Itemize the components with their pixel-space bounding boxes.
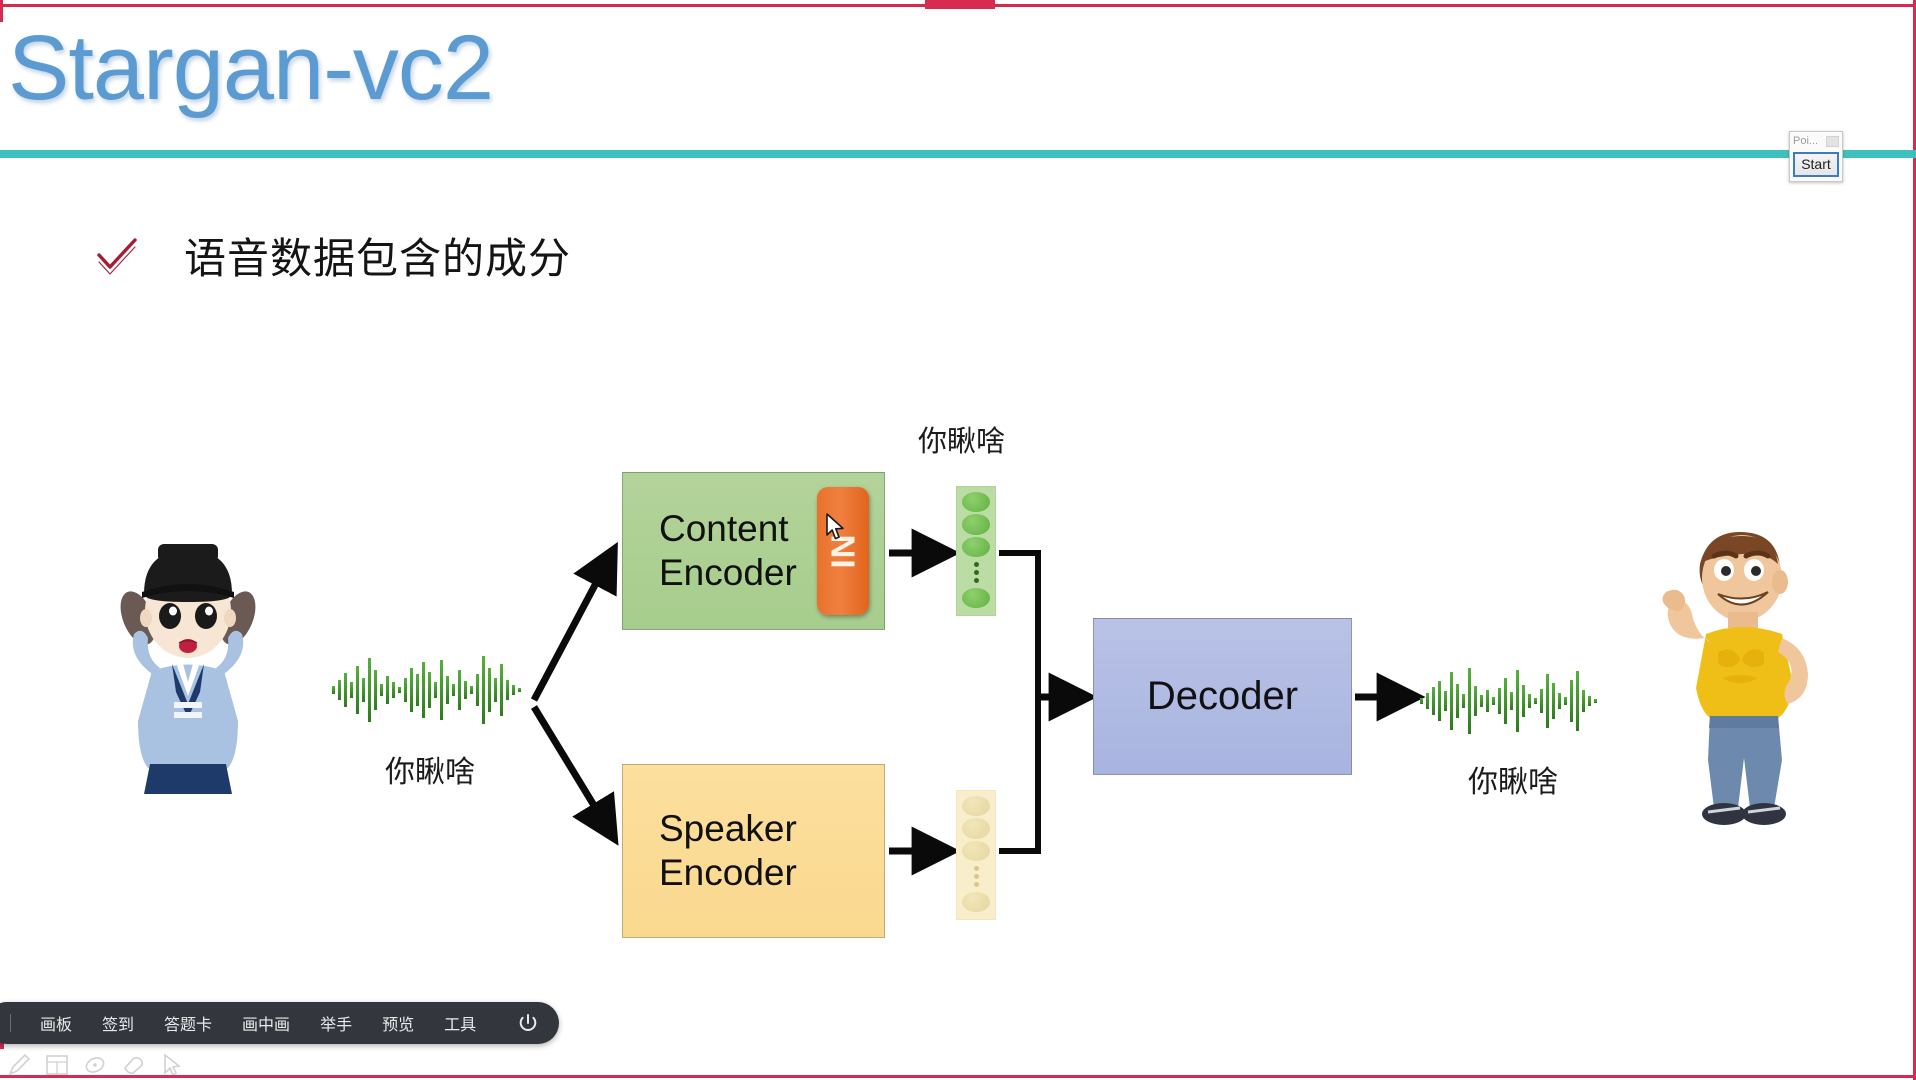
grid-icon[interactable]: [44, 1052, 70, 1078]
frame-bottom-rule: [0, 1075, 1916, 1078]
vertical-ellipsis-icon: [973, 865, 979, 887]
dock-item-whiteboard[interactable]: 画板: [25, 1011, 87, 1035]
bottom-dock-toolbar[interactable]: 画板 签到 答题卡 画中画 举手 预览 工具: [0, 1002, 560, 1044]
content-latent-caption: 你瞅啥: [918, 426, 1006, 458]
start-popup-title: Poi...: [1793, 135, 1819, 147]
pointer-icon[interactable]: [158, 1052, 184, 1078]
speaker-encoder-label: Speaker Encoder: [659, 808, 797, 893]
dock-item-signin[interactable]: 签到: [87, 1011, 149, 1035]
start-button[interactable]: Start: [1793, 152, 1839, 177]
frame-top-tab: [925, 0, 995, 9]
waveform-icon: [1420, 668, 1597, 734]
latent-node: [962, 514, 990, 535]
vertical-ellipsis-icon: [973, 561, 979, 583]
frame-left-stub: [0, 0, 3, 22]
power-icon[interactable]: [517, 1012, 539, 1034]
latent-node: [962, 818, 990, 839]
latent-node: [962, 796, 990, 817]
avatar: [1662, 532, 1808, 825]
latent-node: [962, 587, 990, 608]
dock-item-tools[interactable]: 工具: [429, 1011, 491, 1035]
content-latent-column: [956, 486, 996, 616]
start-popup[interactable]: Poi... Start: [1789, 131, 1843, 182]
pen-icon[interactable]: [6, 1052, 32, 1078]
speaker-latent-column: [956, 790, 996, 920]
dock-item-raise-hand[interactable]: 举手: [305, 1011, 367, 1035]
annotation-tool-strip[interactable]: [6, 1052, 184, 1078]
mouse-icon[interactable]: [82, 1052, 108, 1078]
output-waveform-group: 你瞅啥: [1418, 660, 1608, 801]
content-encoder-label: Content Encoder: [659, 508, 797, 593]
eraser-icon[interactable]: [120, 1052, 146, 1078]
decoder-label: Decoder: [1146, 673, 1299, 718]
latent-node: [962, 840, 990, 861]
start-popup-title-row: Poi...: [1793, 135, 1839, 148]
mouse-cursor-icon: [826, 513, 848, 548]
check-icon: [97, 237, 137, 275]
avatar: [120, 544, 256, 794]
section-heading: 语音数据包含的成分: [96, 225, 571, 286]
dock-item-answer-card[interactable]: 答题卡: [149, 1011, 227, 1035]
decoder-box[interactable]: Decoder: [1093, 618, 1352, 775]
section-heading-label: 语音数据包含的成分: [184, 235, 572, 282]
speaker-encoder-box[interactable]: Speaker Encoder: [622, 764, 885, 938]
output-waveform-caption: 你瞅啥: [1468, 766, 1558, 799]
instance-norm-chip[interactable]: IN: [817, 487, 869, 615]
slide-page: Stargan-vc2 语音数据包含的成分 Content Encoder IN…: [0, 0, 1916, 1080]
input-waveform-group: 你瞅啥: [330, 648, 530, 791]
latent-node: [962, 891, 990, 912]
dock-divider: [10, 1014, 11, 1032]
input-waveform-caption: 你瞅啥: [385, 756, 475, 789]
title-underline: [0, 150, 1916, 158]
dock-item-preview[interactable]: 预览: [367, 1011, 429, 1035]
latent-node: [962, 492, 990, 513]
latent-node: [962, 536, 990, 557]
dock-item-pip[interactable]: 画中画: [227, 1011, 305, 1035]
target-speaker-avatar: [1648, 512, 1828, 837]
start-popup-title-thumb: [1826, 136, 1839, 147]
page-title: Stargan-vc2: [8, 17, 494, 119]
waveform-icon: [332, 656, 521, 724]
source-speaker-avatar: [108, 506, 268, 801]
